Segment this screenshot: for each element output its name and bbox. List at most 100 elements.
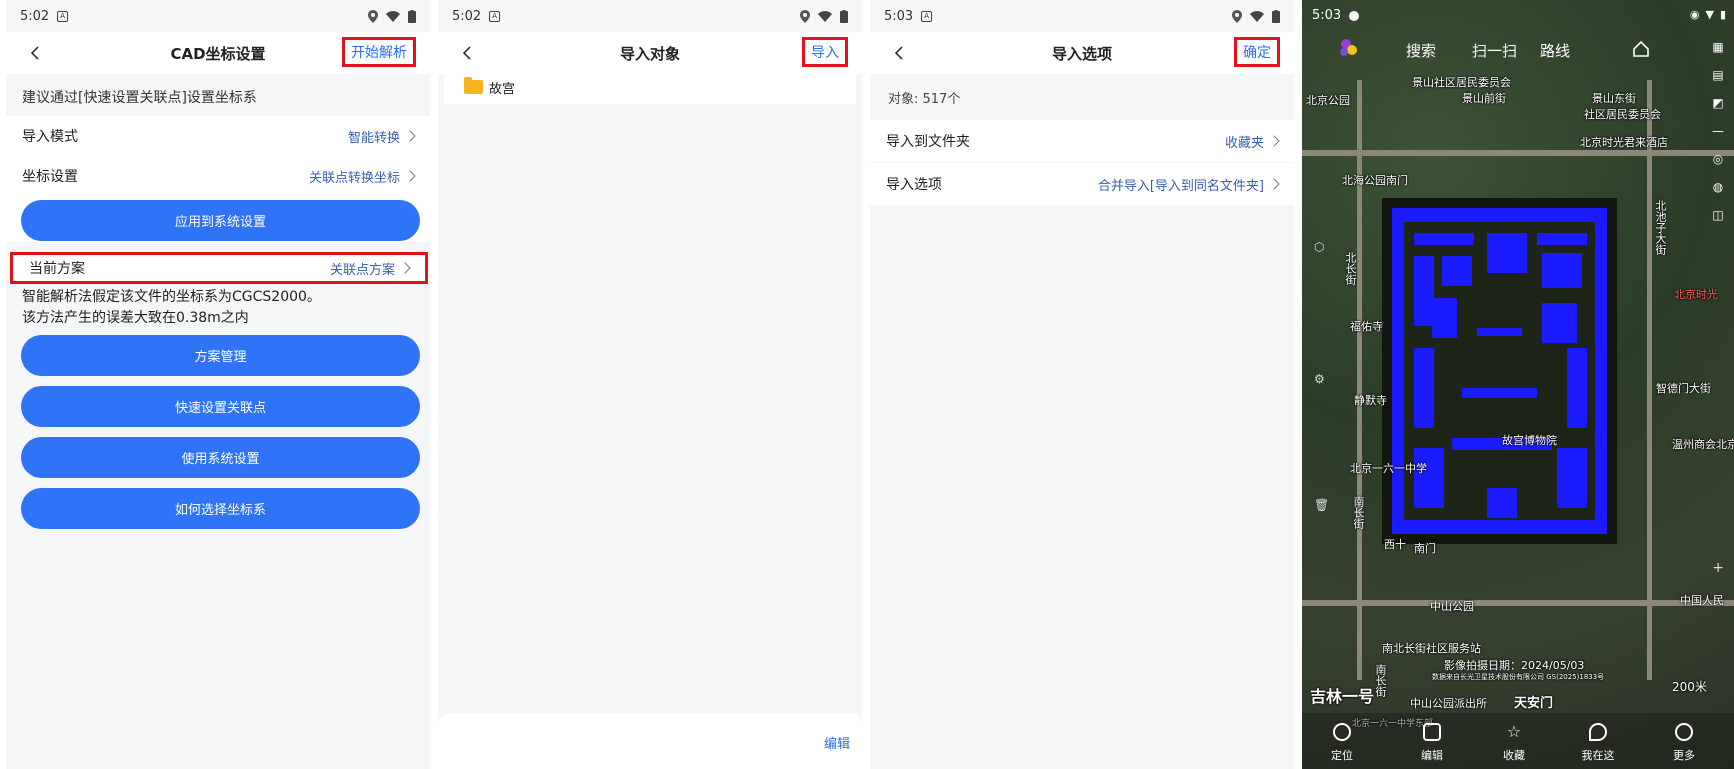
- nav-bar: CAD坐标设置 开始解析: [6, 32, 430, 74]
- map-label: 南北长街社区服务站: [1382, 642, 1481, 655]
- zoom-in-icon[interactable]: +: [1712, 560, 1724, 576]
- road: [1302, 600, 1734, 606]
- edit-button[interactable]: 编辑: [824, 733, 850, 752]
- scan-tab[interactable]: 扫一扫: [1472, 40, 1517, 61]
- import-folder-value: 收藏夹: [1224, 135, 1264, 151]
- cad-overlay: [1392, 208, 1607, 534]
- map-label: 南门: [1414, 542, 1436, 555]
- how-to-choose-button[interactable]: 如何选择坐标系: [21, 488, 420, 529]
- home-icon[interactable]: [1632, 40, 1650, 58]
- start-parse-button[interactable]: 开始解析: [342, 37, 416, 67]
- nav-bar: 导入对象 导入: [438, 32, 862, 74]
- locate-label: 定位: [1331, 749, 1353, 762]
- confirm-button[interactable]: 确定: [1234, 37, 1280, 67]
- map-label: 福佑寺: [1350, 320, 1383, 333]
- cad-coordinate-settings-screen: 5:02 A CAD坐标设置 开始解析 建议通过[快速设置关联点]设置坐标系 导…: [6, 0, 430, 769]
- import-option-value: 合并导入[导入到同名文件夹]: [1097, 178, 1264, 194]
- coordinate-setting-value: 关联点转换坐标: [308, 170, 400, 186]
- coordinate-setting-label: 坐标设置: [22, 169, 78, 185]
- map-label: 景山前街: [1462, 92, 1506, 105]
- here-button[interactable]: 我在这: [1574, 723, 1622, 763]
- zoom-out-icon[interactable]: —: [1712, 124, 1724, 138]
- quick-set-point-button[interactable]: 快速设置关联点: [21, 386, 420, 427]
- data-source: 数据来自长光卫星技术股份有限公司 GS(2025)1833号: [1432, 673, 1605, 681]
- map-label: 智德门大街: [1656, 382, 1711, 395]
- back-button[interactable]: [886, 40, 912, 66]
- import-options-screen: 5:03 A 导入选项 确定 对象: 517个 导入到文件夹 收藏夹 导入选项 …: [870, 0, 1294, 769]
- back-icon: [894, 46, 903, 60]
- ruler-icon[interactable]: ◩: [1712, 96, 1723, 110]
- import-folder-row[interactable]: 导入到文件夹 收藏夹: [870, 120, 1294, 162]
- collect-label: 收藏: [1503, 749, 1525, 762]
- current-scheme-row[interactable]: 当前方案 关联点方案: [10, 252, 428, 284]
- import-option-row[interactable]: 导入选项 合并导入[导入到同名文件夹]: [870, 163, 1294, 205]
- mic-icon[interactable]: ◍: [1713, 180, 1723, 194]
- edit-icon: [1423, 723, 1441, 741]
- map-label: 故宫博物院: [1502, 434, 1557, 447]
- map-label: 北池子大街: [1654, 200, 1667, 255]
- note-line-1: 智能解析法假定该文件的坐标系为CGCS2000。: [22, 289, 321, 305]
- map-label: 北京时光君来酒店: [1580, 136, 1668, 149]
- import-button[interactable]: 导入: [802, 37, 848, 67]
- map-label: 中山公园: [1430, 600, 1474, 613]
- layers-icon[interactable]: ▦: [1712, 40, 1723, 54]
- notification-icon: A: [489, 10, 501, 22]
- coordinate-setting-row[interactable]: 坐标设置 关联点转换坐标: [6, 156, 430, 196]
- trash-icon[interactable]: 🗑: [1314, 498, 1329, 512]
- app-logo-icon[interactable]: [1338, 38, 1360, 58]
- map-label: 北长街: [1344, 252, 1357, 285]
- location-icon: ◉: [1689, 8, 1700, 21]
- battery-icon: [840, 9, 848, 23]
- map-label: 景山东街: [1592, 92, 1636, 105]
- folder-item[interactable]: 故宫: [444, 70, 856, 104]
- 3d-cube-icon[interactable]: ⬡: [1314, 240, 1324, 254]
- screen: 5:02 A CAD坐标设置 开始解析 建议通过[快速设置关联点]设置坐标系 导…: [0, 0, 1734, 769]
- chevron-right-icon: [399, 262, 411, 274]
- screenshot-icon[interactable]: ◫: [1712, 208, 1723, 222]
- status-bar: 5:02 A: [438, 0, 862, 32]
- locate-button[interactable]: 定位: [1318, 723, 1366, 763]
- map-toolbar: ▦ ▤ ◩ — ◎ ◍ ◫: [1708, 40, 1728, 222]
- camera-icon[interactable]: ◎: [1713, 152, 1723, 166]
- search-tab[interactable]: 搜索: [1406, 40, 1436, 61]
- scheme-manage-button[interactable]: 方案管理: [21, 335, 420, 376]
- nav-bar: 导入选项 确定: [870, 32, 1294, 74]
- wifi-icon: [1250, 10, 1264, 22]
- import-folder-label: 导入到文件夹: [886, 134, 970, 150]
- import-mode-value: 智能转换: [347, 130, 400, 146]
- back-button[interactable]: [22, 40, 48, 66]
- settings-icon[interactable]: ⚙: [1314, 372, 1325, 386]
- book-icon[interactable]: ▤: [1712, 68, 1723, 82]
- import-option-label: 导入选项: [886, 177, 942, 193]
- status-time: 5:02: [452, 8, 482, 24]
- map-label: 中国人民: [1680, 594, 1724, 607]
- more-button[interactable]: 更多: [1660, 723, 1708, 763]
- route-tab[interactable]: 路线: [1540, 40, 1570, 61]
- page-title: 导入选项: [1051, 44, 1112, 63]
- here-label: 我在这: [1581, 749, 1615, 762]
- chevron-right-icon: [1268, 178, 1280, 190]
- more-icon: [1675, 723, 1693, 741]
- map-screen: 5:03 ◉ ▼ ▮ 搜索 扫一扫 路线 ▦ ▤ ◩ — ◎ ◍ ◫ ⬡ ⚙ 🗑: [1302, 0, 1734, 769]
- locate-icon: [1333, 723, 1351, 741]
- wifi-icon: ▼: [1705, 8, 1714, 21]
- map-bottom-bar: 定位 编辑 ☆ 收藏 我在这 更多: [1302, 713, 1734, 769]
- edit-button[interactable]: 编辑: [1408, 723, 1456, 763]
- page-title: CAD坐标设置: [170, 44, 266, 63]
- map-label: 北京时光: [1674, 288, 1718, 301]
- back-button[interactable]: [454, 40, 480, 66]
- use-system-setting-button[interactable]: 使用系统设置: [21, 437, 420, 478]
- apply-to-system-button[interactable]: 应用到系统设置: [21, 200, 420, 241]
- record-icon: [1349, 10, 1360, 21]
- jilin-logo: 吉林一号: [1310, 687, 1375, 706]
- scale-label: 200米: [1672, 680, 1707, 694]
- road: [1357, 80, 1362, 680]
- status-time: 5:03: [1312, 8, 1342, 23]
- notification-icon: A: [921, 10, 933, 22]
- map-label: 中山公园派出所: [1410, 697, 1487, 710]
- collect-button[interactable]: ☆ 收藏: [1490, 723, 1538, 763]
- hint-text: 建议通过[快速设置关联点]设置坐标系: [6, 78, 430, 116]
- import-mode-row[interactable]: 导入模式 智能转换: [6, 116, 430, 156]
- status-bar: 5:03: [1312, 8, 1360, 23]
- page-title: 导入对象: [619, 44, 680, 63]
